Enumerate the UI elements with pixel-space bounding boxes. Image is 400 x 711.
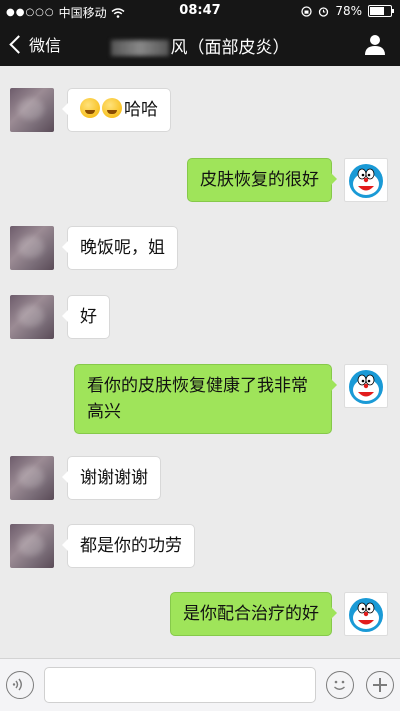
doraemon-avatar-icon[interactable]	[344, 158, 388, 202]
grin-emoji-icon	[80, 98, 100, 118]
contact-avatar[interactable]	[10, 524, 54, 568]
redacted-name	[110, 40, 169, 56]
chat-title-text: 风（面部皮炎）	[170, 38, 290, 58]
emoji-icon[interactable]	[326, 671, 354, 699]
grin-emoji-icon	[102, 98, 122, 118]
top-bar: ●●○○○ 中国移动 08:47 78% 微信 风（面部皮炎）	[0, 0, 400, 66]
message-bubble[interactable]: 皮肤恢复的很好	[187, 158, 337, 202]
chat-area[interactable]: 哈哈 皮肤恢复的很好 晚饭呢，姐 好 看你的皮肤恢复健康了我非常高兴 谢谢谢谢 …	[0, 66, 400, 658]
contact-avatar[interactable]	[10, 295, 54, 339]
input-bar	[0, 658, 400, 711]
voice-icon[interactable]	[6, 671, 34, 699]
message-bubble[interactable]: 都是你的功劳	[62, 524, 195, 568]
nav-bar: 微信 风（面部皮炎）	[0, 22, 400, 66]
doraemon-avatar-icon[interactable]	[344, 592, 388, 636]
rotation-lock-icon	[301, 5, 312, 17]
battery-percent: 78%	[335, 4, 362, 18]
message-bubble[interactable]: 是你配合治疗的好	[170, 592, 337, 636]
doraemon-avatar-icon[interactable]	[344, 364, 388, 408]
contact-avatar[interactable]	[10, 88, 54, 132]
alarm-icon	[319, 6, 329, 17]
message-bubble[interactable]: 看你的皮肤恢复健康了我非常高兴	[74, 364, 337, 434]
status-bar: ●●○○○ 中国移动 08:47 78%	[0, 0, 400, 22]
plus-icon[interactable]	[366, 671, 394, 699]
message-bubble[interactable]: 晚饭呢，姐	[62, 226, 178, 270]
message-bubble[interactable]: 哈哈	[62, 88, 171, 132]
contact-avatar[interactable]	[10, 226, 54, 270]
message-bubble[interactable]: 谢谢谢谢	[62, 456, 161, 500]
message-input[interactable]	[44, 667, 316, 703]
person-icon[interactable]	[364, 33, 386, 55]
message-bubble[interactable]: 好	[62, 295, 110, 339]
battery-icon	[368, 5, 394, 17]
contact-avatar[interactable]	[10, 456, 54, 500]
chat-title: 风（面部皮炎）	[0, 33, 400, 58]
